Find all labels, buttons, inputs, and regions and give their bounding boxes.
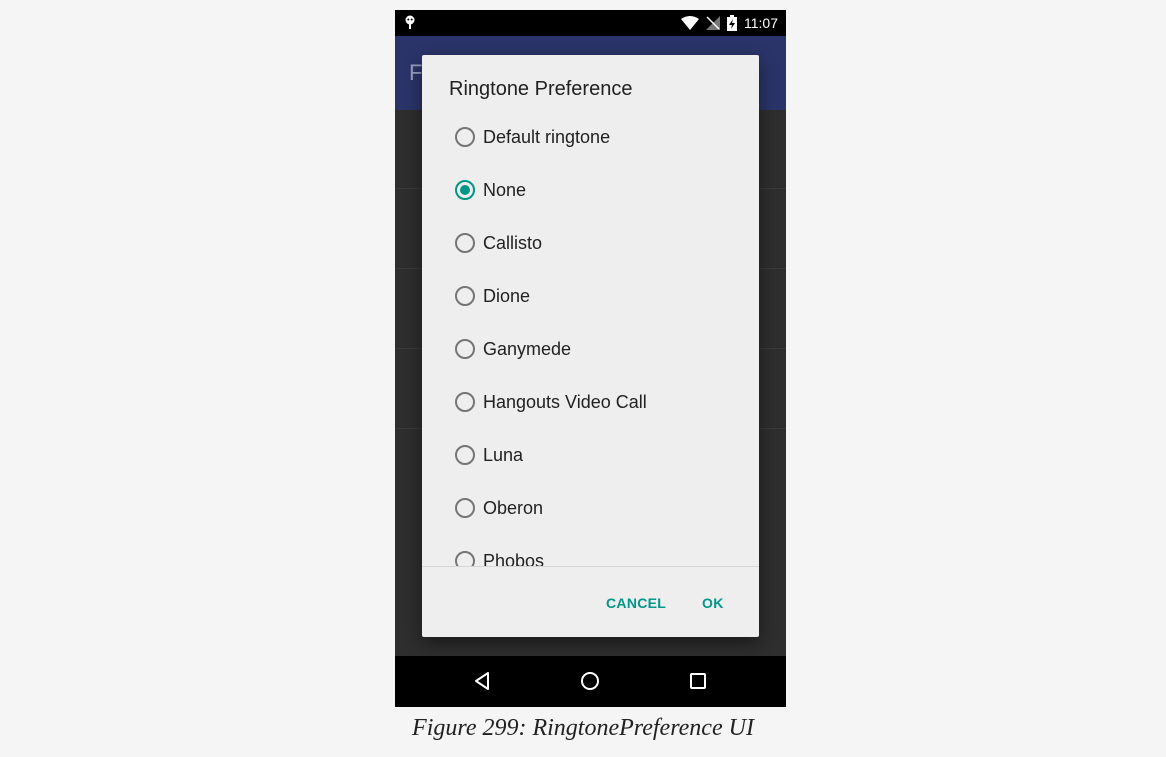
android-debug-icon <box>405 15 415 29</box>
ringtone-option-label: Oberon <box>483 498 544 518</box>
ringtone-dialog: Ringtone Preference Default ringtone Non… <box>422 55 759 637</box>
ringtone-option-label: Callisto <box>483 233 543 253</box>
radio-unchecked-icon[interactable] <box>455 445 475 465</box>
navigation-bar <box>395 656 786 707</box>
radio-checked-icon[interactable] <box>455 180 475 200</box>
ringtone-options-list[interactable]: Default ringtone None Callisto Dione Gan… <box>422 112 759 566</box>
radio-unchecked-icon[interactable] <box>455 392 475 412</box>
ringtone-option-label: Ganymede <box>483 339 572 359</box>
dialog-title: Ringtone Preference <box>449 78 633 100</box>
ringtone-option-label: Hangouts Video Call <box>483 392 647 412</box>
ringtone-option[interactable]: Callisto <box>422 218 759 271</box>
radio-unchecked-icon[interactable] <box>455 551 475 566</box>
ringtone-option[interactable]: Dione <box>422 271 759 324</box>
radio-unchecked-icon[interactable] <box>455 498 475 518</box>
ringtone-option-label: Default ringtone <box>483 127 611 147</box>
app-bar-title: F <box>409 60 423 85</box>
recents-icon[interactable] <box>685 668 711 694</box>
ringtone-option[interactable]: Phobos <box>422 536 759 566</box>
radio-unchecked-icon[interactable] <box>455 339 475 359</box>
status-icons: 11:07 <box>681 13 778 33</box>
dialog-divider <box>422 566 759 567</box>
wifi-icon <box>681 16 699 30</box>
ringtone-option[interactable]: Hangouts Video Call <box>422 377 759 430</box>
radio-unchecked-icon[interactable] <box>455 233 475 253</box>
ringtone-option[interactable]: Oberon <box>422 483 759 536</box>
no-signal-icon <box>706 16 720 30</box>
ok-button[interactable]: OK <box>702 595 724 611</box>
figure-caption: Figure 299: RingtonePreference UI <box>412 715 754 741</box>
status-time: 11:07 <box>744 15 778 31</box>
ringtone-option[interactable]: Luna <box>422 430 759 483</box>
ringtone-option-label: Phobos <box>483 551 545 566</box>
status-bar: 11:07 <box>395 10 786 36</box>
ringtone-option[interactable]: Default ringtone <box>422 112 759 165</box>
ringtone-option[interactable]: Ganymede <box>422 324 759 377</box>
radio-unchecked-icon[interactable] <box>455 286 475 306</box>
ringtone-option-label: None <box>483 180 527 200</box>
back-icon[interactable] <box>469 668 495 694</box>
ringtone-option-label: Dione <box>483 286 531 306</box>
ringtone-option-label: Luna <box>483 445 524 465</box>
ringtone-option[interactable]: None <box>422 165 759 218</box>
cancel-button[interactable]: CANCEL <box>606 595 666 611</box>
radio-unchecked-icon[interactable] <box>455 127 475 147</box>
battery-charging-icon <box>727 15 737 31</box>
home-icon[interactable] <box>577 668 603 694</box>
